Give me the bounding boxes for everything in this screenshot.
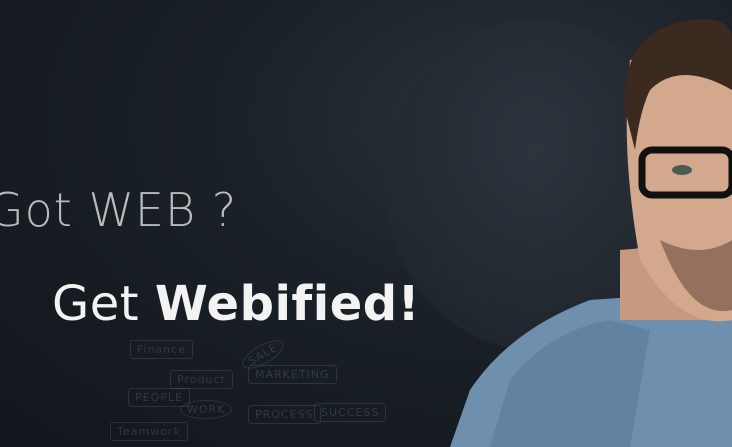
tagline-brand: Webified! — [154, 276, 421, 332]
sketch-label: Product — [170, 370, 233, 389]
headline-question: Got WEB ? — [0, 183, 238, 237]
sketch-label: Finance — [130, 340, 194, 359]
sketch-label: PROCESS — [248, 405, 321, 424]
sketch-label: SUCCESS — [314, 403, 387, 422]
sketch-label: Teamwork — [110, 422, 188, 441]
sketch-label: WORK — [180, 400, 233, 419]
sketch-label: MARKETING — [248, 365, 337, 384]
hero-banner: Finance SALE Product MARKETING PEOPLE WO… — [0, 0, 732, 447]
man-portrait — [450, 19, 732, 447]
headline-tagline: Get Webified! — [52, 276, 420, 332]
tagline-prefix: Get — [52, 276, 140, 332]
sketch-label: PEOPLE — [128, 388, 190, 407]
